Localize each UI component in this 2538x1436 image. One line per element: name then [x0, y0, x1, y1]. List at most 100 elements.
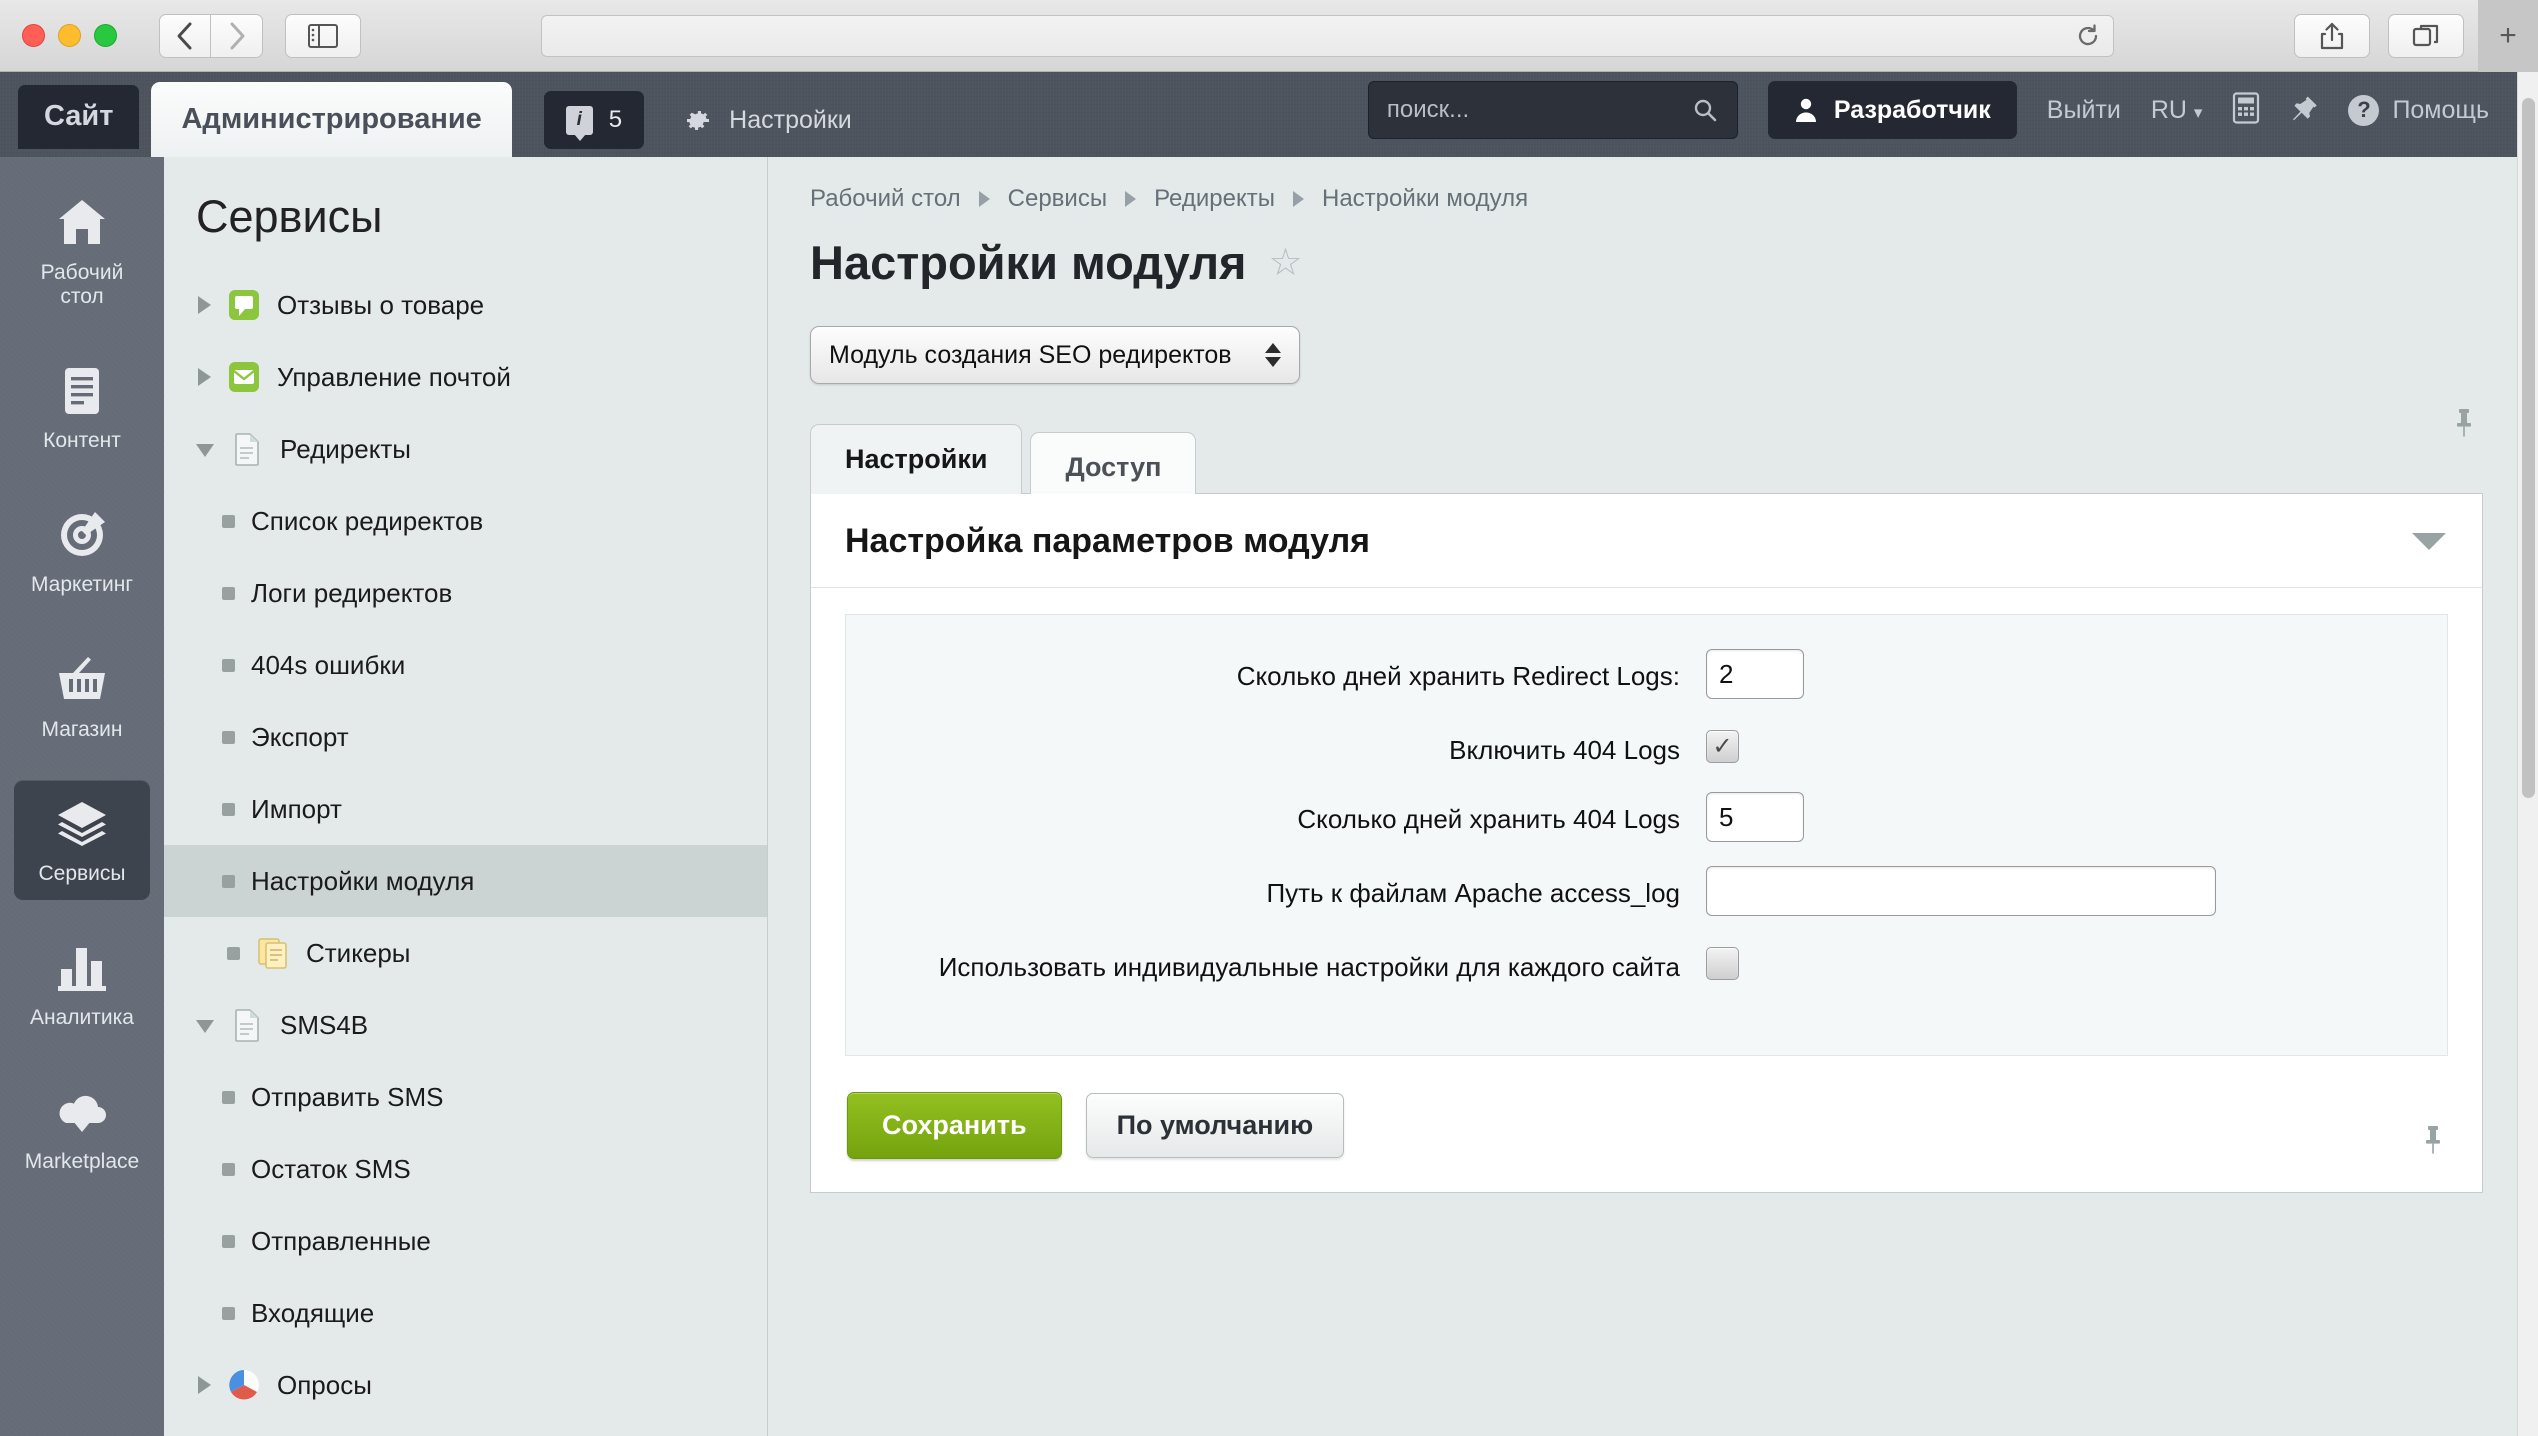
rail-item-7[interactable]: Marketplace [14, 1068, 150, 1188]
expand-triangle-icon[interactable] [198, 368, 211, 386]
nav-item-label: Опросы [277, 1370, 372, 1401]
green-comment-icon [227, 288, 261, 322]
logout-link[interactable]: Выйти [2047, 96, 2121, 125]
chevron-down-icon: ▾ [2194, 103, 2203, 122]
restore-defaults-button[interactable]: По умолчанию [1086, 1093, 1345, 1158]
tab-administration[interactable]: Администрирование [151, 82, 511, 157]
nav-item-2[interactable]: Управление почтой [164, 341, 767, 413]
breadcrumb: Рабочий столСервисыРедиректыНастройки мо… [768, 157, 2517, 213]
nav-item-16[interactable]: Опросы [164, 1349, 767, 1421]
nav-item-label: SMS4B [280, 1010, 368, 1041]
nav-item-5[interactable]: Логи редиректов [164, 557, 767, 629]
minimize-window-button[interactable] [58, 24, 81, 47]
nav-item-3[interactable]: Редиректы [164, 413, 767, 485]
bullet-icon [222, 1307, 235, 1320]
field-label: Путь к файлам Apache access_log [846, 866, 1706, 911]
form-row-1: Сколько дней хранить Redirect Logs:2 [846, 649, 2447, 699]
close-window-button[interactable] [22, 24, 45, 47]
tab-access[interactable]: Доступ [1030, 432, 1196, 494]
nav-item-8[interactable]: Импорт [164, 773, 767, 845]
breadcrumb-separator [1125, 191, 1136, 207]
topbar-settings-label: Настройки [729, 106, 852, 135]
save-button[interactable]: Сохранить [847, 1092, 1062, 1159]
checkbox-field[interactable] [1706, 947, 1739, 980]
navigation-buttons[interactable] [159, 14, 263, 58]
pin-topbar-button[interactable] [2290, 94, 2318, 127]
main-content: Рабочий столСервисыРедиректыНастройки мо… [768, 157, 2517, 1436]
chevron-down-icon[interactable] [2412, 533, 2446, 550]
rail-item-6[interactable]: Аналитика [14, 924, 150, 1044]
language-selector[interactable]: RU ▾ [2151, 96, 2203, 125]
nav-item-9[interactable]: Настройки модуля [164, 845, 767, 917]
back-button[interactable] [159, 14, 211, 58]
nav-item-4[interactable]: Список редиректов [164, 485, 767, 557]
nav-item-10[interactable]: Стикеры [164, 917, 767, 989]
collapse-triangle-icon[interactable] [196, 444, 214, 457]
nav-item-1[interactable]: Отзывы о товаре [164, 269, 767, 341]
breadcrumb-item-1[interactable]: Рабочий стол [810, 185, 961, 213]
chevron-left-icon [174, 21, 196, 51]
show-tabs-button[interactable] [2388, 14, 2464, 58]
forward-button[interactable] [211, 14, 263, 58]
nav-item-label: Список редиректов [251, 506, 483, 537]
nav-item-14[interactable]: Отправленные [164, 1205, 767, 1277]
rail-item-label: Маркетинг [31, 573, 133, 597]
pin-panel-button[interactable] [2451, 408, 2477, 443]
nav-item-6[interactable]: 404s ошибки [164, 629, 767, 701]
rail-item-4[interactable]: Магазин [14, 636, 150, 756]
nav-item-13[interactable]: Остаток SMS [164, 1133, 767, 1205]
help-label: Помощь [2392, 96, 2489, 125]
breadcrumb-separator [1293, 191, 1304, 207]
tab-settings-label: Настройки [845, 444, 987, 474]
expand-triangle-icon[interactable] [198, 1376, 211, 1394]
tab-settings[interactable]: Настройки [810, 424, 1022, 494]
nav-item-label: Импорт [251, 794, 342, 825]
share-button[interactable] [2294, 14, 2370, 58]
nav-item-12[interactable]: Отправить SMS [164, 1061, 767, 1133]
nav-item-11[interactable]: SMS4B [164, 989, 767, 1061]
rail-item-label: Магазин [41, 718, 122, 742]
star-outline-icon[interactable]: ☆ [1268, 240, 1302, 285]
topbar-settings-link[interactable]: Настройки [684, 106, 852, 135]
text-input-field[interactable] [1706, 866, 2216, 916]
rail-item-5[interactable]: Сервисы [14, 780, 150, 900]
home-icon [54, 195, 110, 251]
rail-item-1[interactable]: Рабочий стол [14, 179, 150, 323]
tab-site[interactable]: Сайт [18, 85, 139, 149]
sidebar-toggle-button[interactable] [285, 14, 361, 58]
notifications-button[interactable]: i 5 [544, 91, 644, 149]
maximize-window-button[interactable] [94, 24, 117, 47]
user-menu-button[interactable]: Разработчик [1768, 81, 2017, 139]
window-controls[interactable] [22, 24, 117, 47]
breadcrumb-item-3[interactable]: Редиректы [1154, 185, 1275, 213]
new-tab-label: + [2499, 19, 2517, 53]
checkbox-field[interactable]: ✓ [1706, 730, 1739, 763]
address-bar[interactable] [541, 15, 2114, 57]
sidebar-icon-rail: Рабочий стол Контент Маркетинг Магазин Серви… [0, 157, 164, 1436]
text-input-field[interactable]: 2 [1706, 649, 1804, 699]
module-select[interactable]: Модуль создания SEO редиректов [810, 326, 1300, 384]
nav-item-15[interactable]: Входящие [164, 1277, 767, 1349]
new-tab-button[interactable]: + [2478, 0, 2538, 72]
collapse-triangle-icon[interactable] [196, 1020, 214, 1033]
rail-item-3[interactable]: Маркетинг [14, 491, 150, 611]
rail-item-label: Рабочий стол [18, 261, 146, 309]
calculator-button[interactable] [2232, 92, 2260, 129]
rail-item-2[interactable]: Контент [14, 347, 150, 467]
settings-panel: Настройка параметров модуля Сколько дней… [810, 493, 2483, 1193]
page-scrollbar[interactable] [2517, 72, 2538, 1436]
settings-form: Сколько дней хранить Redirect Logs:2Вклю… [845, 614, 2448, 1056]
search-input[interactable]: поиск... [1368, 81, 1738, 139]
scrollbar-thumb[interactable] [2522, 98, 2535, 798]
breadcrumb-item-2[interactable]: Сервисы [1008, 185, 1107, 213]
text-input-field[interactable]: 5 [1706, 792, 1804, 842]
help-link[interactable]: ? Помощь [2348, 95, 2489, 126]
bar-chart-icon [54, 940, 110, 996]
bullet-icon [222, 803, 235, 816]
nav-item-7[interactable]: Экспорт [164, 701, 767, 773]
pin-icon [2420, 1125, 2446, 1155]
expand-triangle-icon[interactable] [198, 296, 211, 314]
reload-icon[interactable] [2075, 23, 2101, 49]
bullet-icon [222, 1091, 235, 1104]
pin-form-button[interactable] [2420, 1125, 2446, 1160]
